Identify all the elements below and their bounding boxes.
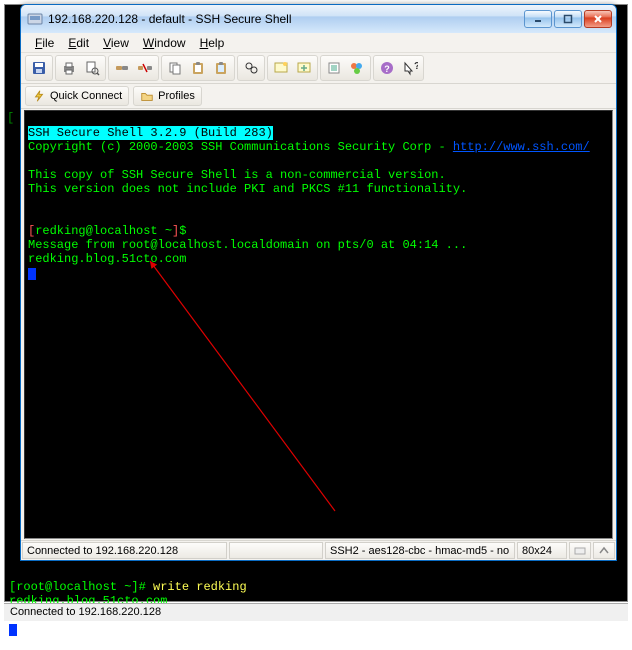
colors-icon[interactable] xyxy=(346,57,368,79)
status-encryption: SSH2 - aes128-cbc - hmac-md5 - no xyxy=(325,542,515,559)
terminal-prompt-user: redking@localhost ~ xyxy=(35,224,172,238)
status-bar: Connected to 192.168.220.128 SSH2 - aes1… xyxy=(21,540,616,560)
terminal-msg-line2: redking.blog.51cto.com xyxy=(28,252,186,266)
print-preview-icon[interactable] xyxy=(81,57,103,79)
lightning-icon xyxy=(32,89,46,103)
paste-selection-icon[interactable] xyxy=(210,57,232,79)
close-button[interactable] xyxy=(584,10,612,28)
settings-icon[interactable] xyxy=(323,57,345,79)
profiles-label: Profiles xyxy=(158,90,195,102)
terminal-cursor xyxy=(28,268,36,280)
save-icon[interactable] xyxy=(28,57,50,79)
whats-this-icon[interactable]: ? xyxy=(399,57,421,79)
print-icon[interactable] xyxy=(58,57,80,79)
outer-cursor xyxy=(9,624,17,636)
ssh-window[interactable]: 192.168.220.128 - default - SSH Secure S… xyxy=(20,4,617,561)
outer-command: write redking xyxy=(153,580,247,594)
app-icon xyxy=(27,11,43,27)
toolbar: ? ? xyxy=(21,53,616,84)
menu-edit[interactable]: EditEdit xyxy=(62,34,95,52)
maximize-button[interactable] xyxy=(554,10,582,28)
outer-status-text: Connected to 192.168.220.128 xyxy=(10,606,161,618)
terminal-info-line1: This copy of SSH Secure Shell is a non-c… xyxy=(28,168,446,182)
terminal-msg-line1: Message from root@localhost.localdomain … xyxy=(28,238,467,252)
connect-icon[interactable] xyxy=(111,57,133,79)
svg-text:?: ? xyxy=(384,64,390,74)
find-icon[interactable] xyxy=(240,57,262,79)
terminal-banner-line2a: Copyright (c) 2000-2003 SSH Communicatio… xyxy=(28,140,453,154)
window-titlebar[interactable]: 192.168.220.128 - default - SSH Secure S… xyxy=(21,5,616,33)
terminal-banner-link[interactable]: http://www.ssh.com/ xyxy=(453,140,590,154)
outer-status-bar: Connected to 192.168.220.128 xyxy=(4,603,628,621)
status-num-icon xyxy=(593,542,615,559)
new-terminal-icon[interactable] xyxy=(270,57,292,79)
menu-help[interactable]: HelpHelp xyxy=(194,34,231,52)
menu-bar: FFileile EditEdit ViewView WindowWindow … xyxy=(21,33,616,53)
status-connected: Connected to 192.168.220.128 xyxy=(22,542,227,559)
svg-text:?: ? xyxy=(414,61,418,72)
terminal[interactable]: SSH Secure Shell 3.2.9 (Build 283) Copyr… xyxy=(24,110,613,539)
paste-icon[interactable] xyxy=(187,57,209,79)
terminal-banner-line1: SSH Secure Shell 3.2.9 (Build 283) xyxy=(28,126,273,140)
disconnect-icon[interactable] xyxy=(134,57,156,79)
menu-file[interactable]: FFileile xyxy=(29,34,60,52)
status-dimensions: 80x24 xyxy=(517,542,567,559)
quick-connect-label: Quick Connect xyxy=(50,90,122,102)
folder-icon xyxy=(140,89,154,103)
profile-bar: Quick Connect Profiles xyxy=(21,84,616,109)
outer-prompt: [root@localhost ~]# xyxy=(9,580,153,594)
window-title: 192.168.220.128 - default - SSH Secure S… xyxy=(48,12,524,26)
copy-icon[interactable] xyxy=(164,57,186,79)
minimize-button[interactable] xyxy=(524,10,552,28)
status-caps-icon xyxy=(569,542,591,559)
new-file-transfer-icon[interactable] xyxy=(293,57,315,79)
quick-connect-button[interactable]: Quick Connect xyxy=(25,86,129,106)
menu-view[interactable]: ViewView xyxy=(97,34,135,52)
help-icon[interactable]: ? xyxy=(376,57,398,79)
status-spacer xyxy=(229,542,323,559)
profiles-button[interactable]: Profiles xyxy=(133,86,202,106)
terminal-info-line2: This version does not include PKI and PK… xyxy=(28,182,467,196)
menu-window[interactable]: WindowWindow xyxy=(137,34,192,52)
